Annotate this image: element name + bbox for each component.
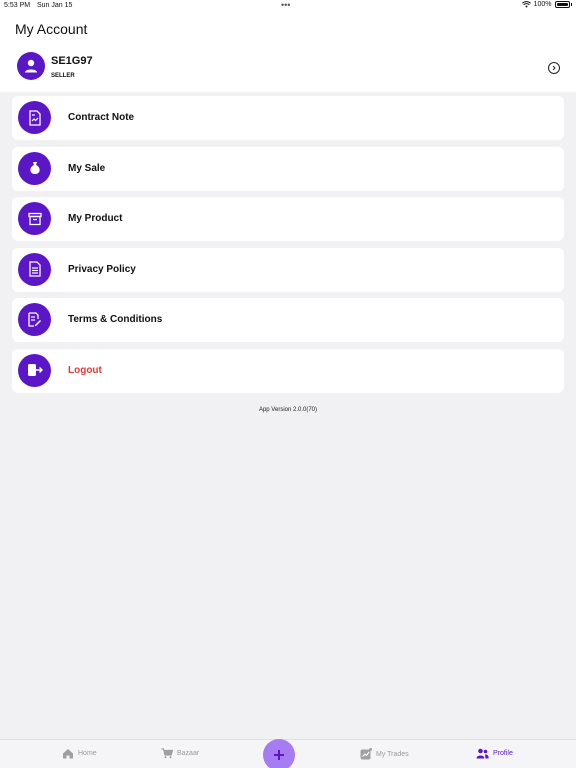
document-icon [18, 252, 51, 286]
status-right: 100% [521, 1, 572, 8]
money-bag-icon [18, 151, 51, 185]
edit-document-icon [18, 303, 51, 337]
status-date: Sun Jan 15 [37, 2, 73, 9]
menu-item-my-sale[interactable]: My Sale [12, 146, 564, 191]
plus-icon [274, 750, 284, 760]
menu-item-label-logout: Logout [68, 364, 102, 376]
menu-item-terms-conditions[interactable]: Terms & Conditions [12, 298, 564, 343]
profile-row[interactable]: SE1G97 SELLER [0, 52, 576, 88]
battery-cap [570, 3, 572, 6]
cart-icon [161, 748, 173, 759]
menu-item-privacy-policy[interactable]: Privacy Policy [12, 247, 564, 292]
tab-profile[interactable]: Profile [476, 748, 513, 759]
page-title: My Account [15, 21, 88, 37]
menu-item-logout[interactable]: Logout [12, 348, 564, 393]
logout-icon [18, 353, 51, 387]
tab-home[interactable]: Home [62, 748, 97, 759]
contract-note-icon [18, 101, 51, 134]
profile-username: SE1G97 [51, 55, 93, 67]
profile-chevron-button[interactable] [548, 62, 560, 74]
tab-bar: Home Bazaar My Trades Profile [0, 739, 576, 768]
menu-item-label: Contract Note [68, 112, 135, 123]
menu-item-contract-note[interactable]: Contract Note [12, 96, 564, 140]
battery-percent: 100% [533, 1, 552, 8]
wifi-icon [521, 1, 531, 8]
tab-my-trades[interactable]: My Trades [360, 748, 409, 760]
profile-icon [476, 748, 489, 759]
status-time: 5:53 PM [4, 2, 31, 9]
avatar[interactable] [17, 52, 45, 80]
chevron-right-icon [552, 65, 556, 71]
app-version: App Version 2.0.0(70) [258, 407, 318, 413]
profile-role: SELLER [51, 73, 75, 79]
menu-item-label: My Product [68, 213, 123, 225]
tab-label: Profile [493, 750, 513, 757]
screen: 5:53 PM Sun Jan 15 ••• 100% My Account S… [0, 0, 576, 768]
status-bar: 5:53 PM Sun Jan 15 ••• 100% [0, 0, 576, 12]
menu-item-label: Terms & Conditions [68, 314, 163, 326]
menu-item-label: My Sale [68, 162, 106, 174]
user-avatar-icon [25, 59, 37, 73]
menu-item-my-product[interactable]: My Product [12, 197, 564, 242]
trades-chart-icon [360, 748, 372, 760]
menu-item-label: Privacy Policy [68, 263, 136, 275]
battery-icon [554, 1, 570, 8]
tab-bazaar[interactable]: Bazaar [161, 748, 199, 759]
header: My Account SE1G97 SELLER [0, 12, 576, 92]
home-icon [63, 749, 73, 759]
tab-label: Home [78, 750, 97, 757]
account-menu: Contract Note My Sale My Product Privacy… [12, 96, 564, 400]
add-button[interactable] [263, 739, 295, 768]
tab-label: My Trades [376, 750, 409, 758]
multitasking-dots-icon[interactable]: ••• [281, 0, 290, 10]
tab-label: Bazaar [177, 750, 200, 757]
archive-box-icon [18, 202, 51, 236]
